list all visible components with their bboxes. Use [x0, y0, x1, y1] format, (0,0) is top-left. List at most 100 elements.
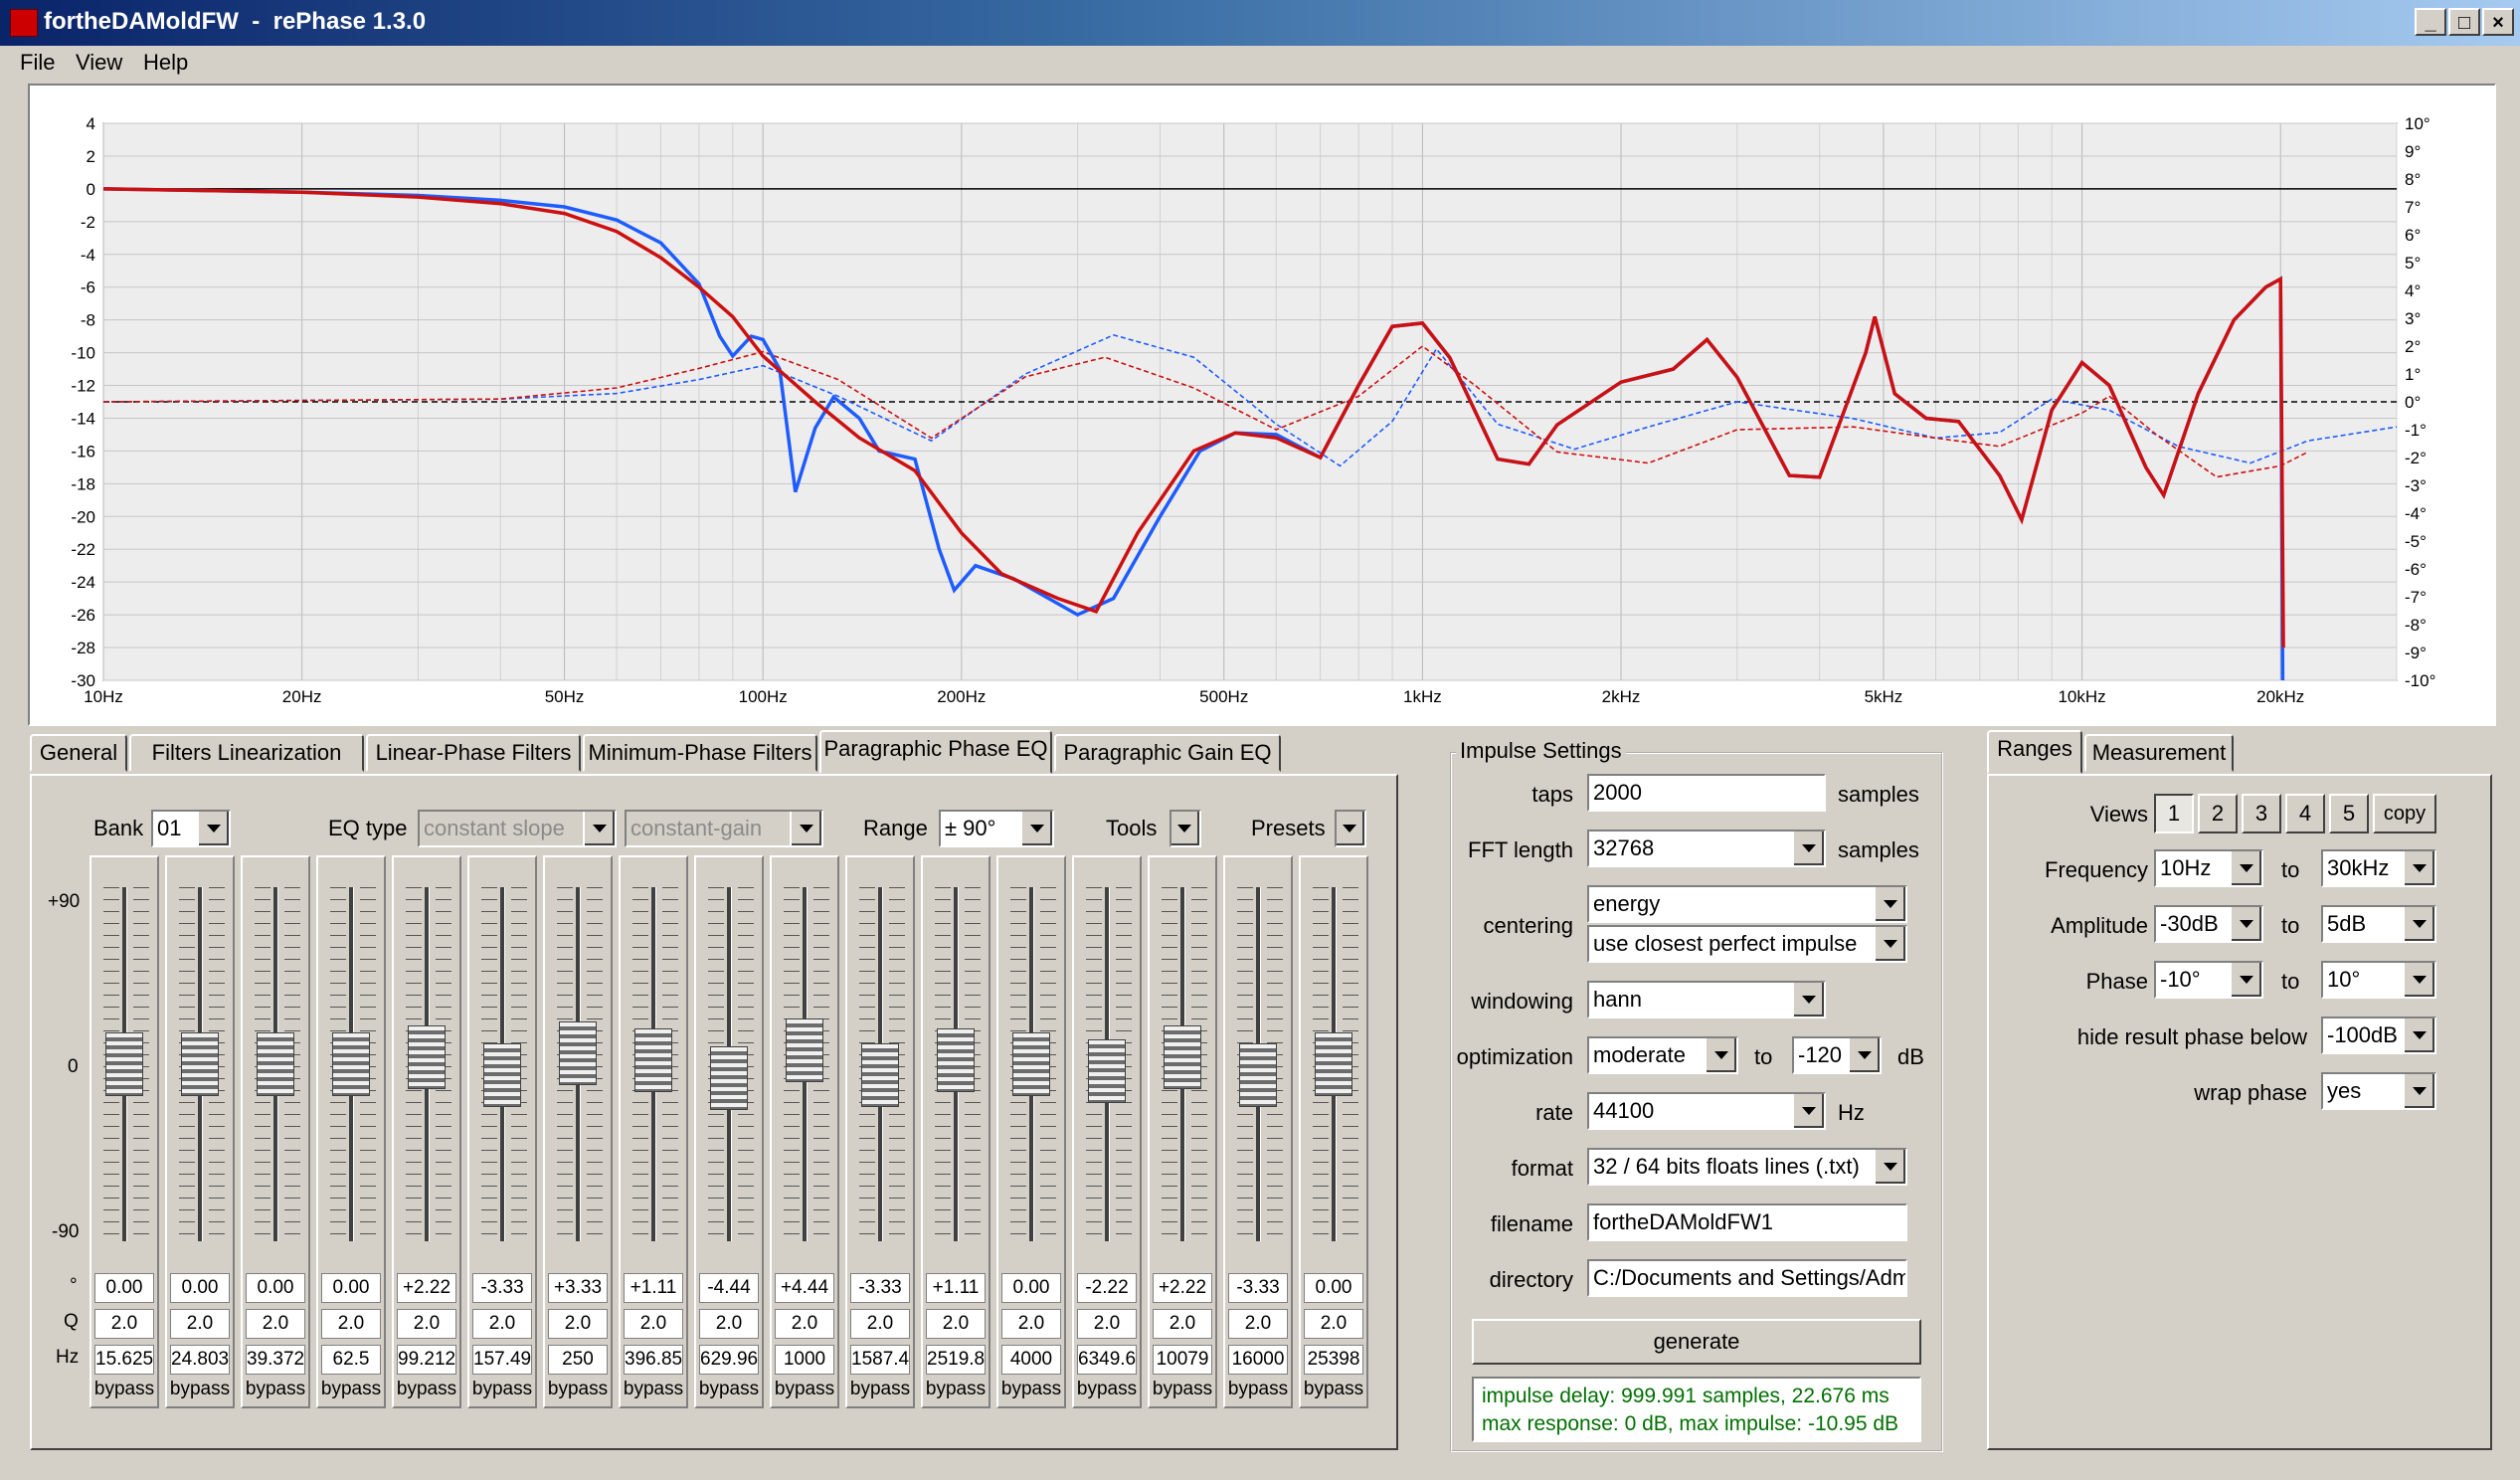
- band-hz-input[interactable]: 396.85: [624, 1345, 683, 1375]
- band-q-input[interactable]: 2.0: [699, 1309, 759, 1339]
- range-select[interactable]: ± 90°: [939, 810, 1054, 847]
- band-degrees-input[interactable]: -3.33: [850, 1273, 910, 1303]
- band-q-input[interactable]: 2.0: [397, 1309, 456, 1339]
- band-hz-input[interactable]: 25398: [1304, 1345, 1363, 1375]
- amplitude-to-select[interactable]: 5dB: [2321, 905, 2436, 943]
- phase-from-select[interactable]: -10°: [2154, 961, 2263, 999]
- slider-thumb[interactable]: [937, 1028, 975, 1093]
- band-bypass-toggle[interactable]: bypass: [469, 1379, 535, 1400]
- tab-ranges[interactable]: Ranges: [1987, 730, 2082, 774]
- band-q-input[interactable]: 2.0: [321, 1309, 381, 1339]
- optimization-select[interactable]: moderate: [1587, 1036, 1738, 1074]
- band-hz-input[interactable]: 157.49: [472, 1345, 532, 1375]
- slider-thumb[interactable]: [861, 1042, 899, 1107]
- frequency-from-select[interactable]: 10Hz: [2154, 849, 2263, 887]
- bank-select[interactable]: 01: [151, 810, 231, 847]
- band-degrees-input[interactable]: 0.00: [321, 1273, 381, 1303]
- eq-type-select[interactable]: constant slope: [418, 810, 617, 847]
- slider-thumb[interactable]: [408, 1024, 446, 1089]
- tab-linear-phase-filters[interactable]: Linear-Phase Filters: [366, 734, 581, 772]
- band-hz-input[interactable]: 39.372: [246, 1345, 305, 1375]
- band-degrees-input[interactable]: +3.33: [548, 1273, 608, 1303]
- slider-thumb[interactable]: [1012, 1032, 1050, 1096]
- band-hz-input[interactable]: 10079: [1153, 1345, 1212, 1375]
- band-bypass-toggle[interactable]: bypass: [1225, 1379, 1291, 1400]
- band-bypass-toggle[interactable]: bypass: [621, 1379, 686, 1400]
- response-graph[interactable]: 4 2 0 -2 -4 -6 -8 -10 -12 -14 -16 -18 -20 -22 -24 -26 -2…: [28, 84, 2496, 726]
- centering-mode-select[interactable]: use closest perfect impulse: [1587, 925, 1907, 963]
- slider-thumb[interactable]: [1315, 1032, 1352, 1096]
- tab-filters-linearization[interactable]: Filters Linearization: [129, 734, 364, 772]
- generate-button[interactable]: generate: [1472, 1319, 1921, 1365]
- band-bypass-toggle[interactable]: bypass: [847, 1379, 913, 1400]
- band-degrees-input[interactable]: -4.44: [699, 1273, 759, 1303]
- band-bypass-toggle[interactable]: bypass: [318, 1379, 384, 1400]
- band-q-input[interactable]: 2.0: [850, 1309, 910, 1339]
- taps-input[interactable]: 2000: [1587, 774, 1826, 812]
- band-bypass-toggle[interactable]: bypass: [923, 1379, 989, 1400]
- band-hz-input[interactable]: 1587.4: [850, 1345, 910, 1375]
- windowing-select[interactable]: hann: [1587, 981, 1826, 1018]
- band-hz-input[interactable]: 15.625: [94, 1345, 154, 1375]
- tab-paragraphic-gain-eq[interactable]: Paragraphic Gain EQ: [1054, 734, 1281, 772]
- band-q-input[interactable]: 2.0: [246, 1309, 305, 1339]
- band-hz-input[interactable]: 16000: [1228, 1345, 1288, 1375]
- minimize-button[interactable]: _: [2415, 8, 2446, 36]
- slider-thumb[interactable]: [483, 1042, 521, 1107]
- band-hz-input[interactable]: 2519.8: [926, 1345, 986, 1375]
- band-bypass-toggle[interactable]: bypass: [772, 1379, 837, 1400]
- hide-phase-select[interactable]: -100dB: [2321, 1017, 2436, 1054]
- band-degrees-input[interactable]: -3.33: [472, 1273, 532, 1303]
- band-degrees-input[interactable]: 0.00: [1001, 1273, 1061, 1303]
- maximize-button[interactable]: □: [2448, 8, 2480, 36]
- band-q-input[interactable]: 2.0: [548, 1309, 608, 1339]
- eq-gain-type-select[interactable]: constant-gain: [625, 810, 823, 847]
- format-select[interactable]: 32 / 64 bits floats lines (.txt): [1587, 1148, 1907, 1186]
- fft-length-select[interactable]: 32768: [1587, 830, 1826, 867]
- band-q-input[interactable]: 2.0: [1153, 1309, 1212, 1339]
- band-bypass-toggle[interactable]: bypass: [1301, 1379, 1366, 1400]
- band-bypass-toggle[interactable]: bypass: [1150, 1379, 1215, 1400]
- slider-thumb[interactable]: [105, 1032, 143, 1096]
- band-q-input[interactable]: 2.0: [775, 1309, 834, 1339]
- rate-select[interactable]: 44100: [1587, 1092, 1826, 1130]
- slider-thumb[interactable]: [559, 1021, 597, 1086]
- band-q-input[interactable]: 2.0: [926, 1309, 986, 1339]
- band-q-input[interactable]: 2.0: [94, 1309, 154, 1339]
- tab-minimum-phase-filters[interactable]: Minimum-Phase Filters: [583, 734, 817, 772]
- band-degrees-input[interactable]: +1.11: [926, 1273, 986, 1303]
- tab-paragraphic-phase-eq[interactable]: Paragraphic Phase EQ: [819, 730, 1052, 774]
- band-bypass-toggle[interactable]: bypass: [998, 1379, 1064, 1400]
- band-bypass-toggle[interactable]: bypass: [243, 1379, 308, 1400]
- slider-thumb[interactable]: [181, 1032, 219, 1096]
- band-q-input[interactable]: 2.0: [1077, 1309, 1137, 1339]
- band-hz-input[interactable]: 6349.6: [1077, 1345, 1137, 1375]
- slider-thumb[interactable]: [1088, 1039, 1126, 1104]
- slider-thumb[interactable]: [332, 1032, 370, 1096]
- optimization-limit-select[interactable]: -120: [1792, 1036, 1882, 1074]
- band-degrees-input[interactable]: 0.00: [246, 1273, 305, 1303]
- tab-general[interactable]: General: [30, 734, 127, 772]
- band-degrees-input[interactable]: +2.22: [397, 1273, 456, 1303]
- band-bypass-toggle[interactable]: bypass: [545, 1379, 611, 1400]
- band-degrees-input[interactable]: +1.11: [624, 1273, 683, 1303]
- menu-help[interactable]: Help: [143, 50, 188, 76]
- band-degrees-input[interactable]: 0.00: [170, 1273, 230, 1303]
- band-hz-input[interactable]: 4000: [1001, 1345, 1061, 1375]
- band-degrees-input[interactable]: -2.22: [1077, 1273, 1137, 1303]
- slider-thumb[interactable]: [786, 1018, 823, 1082]
- copy-view-button[interactable]: copy: [2373, 794, 2436, 833]
- band-bypass-toggle[interactable]: bypass: [696, 1379, 762, 1400]
- band-q-input[interactable]: 2.0: [1228, 1309, 1288, 1339]
- band-q-input[interactable]: 2.0: [1304, 1309, 1363, 1339]
- band-q-input[interactable]: 2.0: [472, 1309, 532, 1339]
- band-hz-input[interactable]: 629.96: [699, 1345, 759, 1375]
- slider-thumb[interactable]: [1164, 1024, 1201, 1089]
- amplitude-from-select[interactable]: -30dB: [2154, 905, 2263, 943]
- band-bypass-toggle[interactable]: bypass: [167, 1379, 233, 1400]
- wrap-phase-select[interactable]: yes: [2321, 1072, 2436, 1110]
- menu-view[interactable]: View: [76, 50, 122, 76]
- band-degrees-input[interactable]: 0.00: [94, 1273, 154, 1303]
- slider-thumb[interactable]: [634, 1028, 672, 1093]
- band-q-input[interactable]: 2.0: [170, 1309, 230, 1339]
